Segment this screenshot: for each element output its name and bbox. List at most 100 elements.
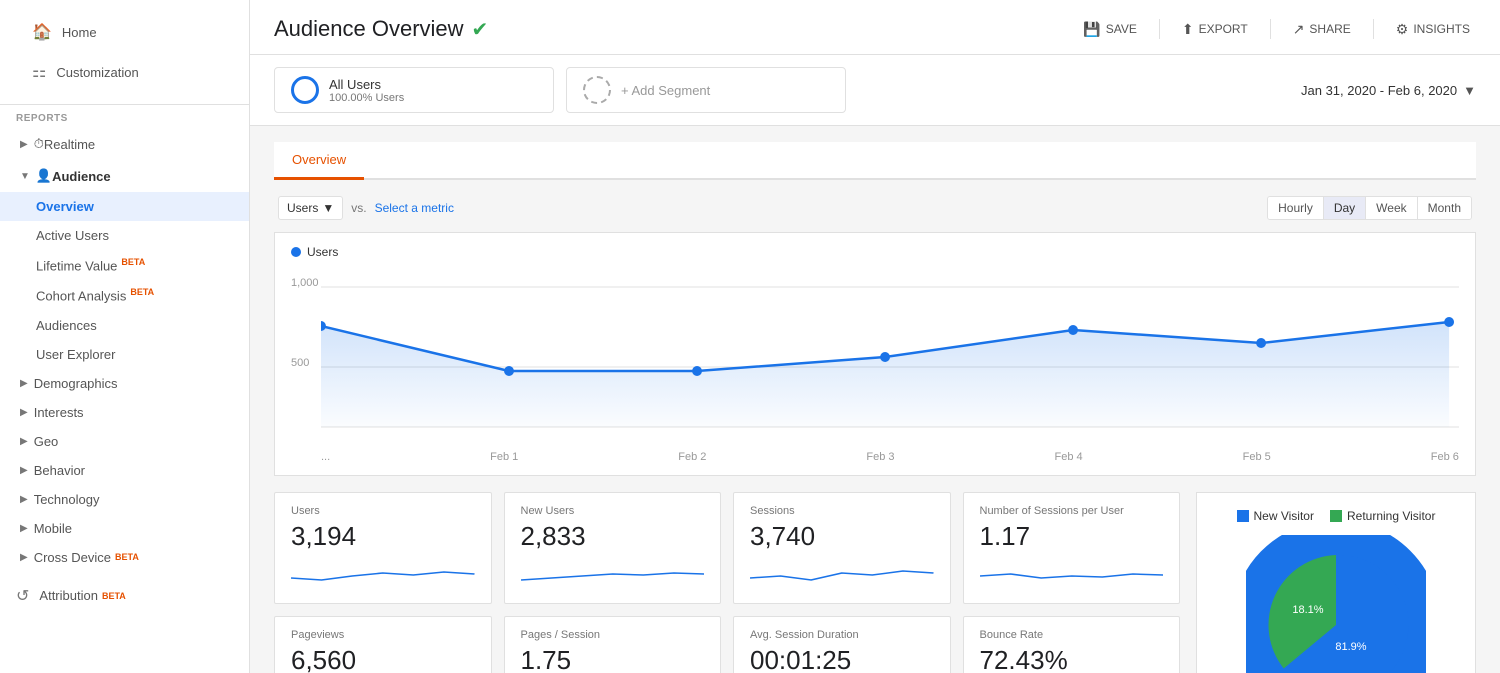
metric-dropdown[interactable]: Users ▼ <box>278 196 343 220</box>
customization-icon: ⚏ <box>32 62 46 82</box>
sidebar-item-behavior[interactable]: ▶ Behavior <box>0 456 249 485</box>
sidebar-item-customization[interactable]: ⚏ Customization <box>16 52 233 92</box>
vs-text: vs. <box>351 201 366 215</box>
export-label: EXPORT <box>1199 22 1248 36</box>
page-title-text: Audience Overview <box>274 16 464 42</box>
chart-svg-container: 1,000 500 <box>291 267 1459 447</box>
sidebar-item-audience[interactable]: ▼ 👤 Audience <box>0 160 249 192</box>
share-button[interactable]: ↗ SHARE <box>1287 17 1357 42</box>
sidebar-item-home[interactable]: 🏠 Home <box>16 12 233 52</box>
tab-overview-label: Overview <box>292 152 346 167</box>
segment-name: All Users <box>329 77 404 92</box>
chevron-right-icon-cross: ▶ <box>20 552 28 563</box>
date-range-picker[interactable]: Jan 31, 2020 - Feb 6, 2020 ▼ <box>1301 83 1476 98</box>
share-label: SHARE <box>1309 22 1350 36</box>
chart-xaxis: ... Feb 1 Feb 2 Feb 3 Feb 4 Feb 5 Feb 6 <box>291 447 1459 463</box>
segment-text-all-users: All Users 100.00% Users <box>329 77 404 104</box>
lifetime-value-beta-badge: BETA <box>121 257 145 267</box>
sidebar-item-lifetime-value[interactable]: Lifetime ValueBETA <box>0 250 249 280</box>
stat-value-bounce-rate: 72.43% <box>980 645 1164 673</box>
stats-grid: Users 3,194 New Users 2,833 <box>274 492 1180 673</box>
insights-icon: ⚙ <box>1396 21 1409 38</box>
sparkline-users <box>291 558 475 588</box>
stat-card-sessions: Sessions 3,740 <box>733 492 951 604</box>
verified-icon: ✔ <box>472 17 489 42</box>
pie-chart-svg: 81.9% 18.1% <box>1246 535 1426 673</box>
segment-circle-add <box>583 76 611 104</box>
pie-legend: New Visitor Returning Visitor <box>1237 509 1436 523</box>
stat-value-sessions: 3,740 <box>750 521 934 552</box>
sidebar-item-user-explorer[interactable]: User Explorer <box>0 340 249 369</box>
metric-selector: Users ▼ vs. Select a metric <box>278 196 454 220</box>
chevron-right-icon-geo: ▶ <box>20 436 28 447</box>
sidebar-item-active-users[interactable]: Active Users <box>0 221 249 250</box>
segment-pill-all-users[interactable]: All Users 100.00% Users <box>274 67 554 113</box>
sidebar-interests-label: Interests <box>34 405 84 420</box>
stat-label-bounce-rate: Bounce Rate <box>980 629 1164 641</box>
sidebar-item-technology[interactable]: ▶ Technology <box>0 485 249 514</box>
sidebar-item-demographics[interactable]: ▶ Demographics <box>0 369 249 398</box>
pie-legend-returning-visitor: Returning Visitor <box>1330 509 1436 523</box>
sidebar-reports-section-label: REPORTS <box>0 105 249 128</box>
sidebar-item-mobile[interactable]: ▶ Mobile <box>0 514 249 543</box>
stat-value-avg-session-duration: 00:01:25 <box>750 645 934 673</box>
sidebar-item-attribution[interactable]: ↺ AttributionBETA <box>0 576 249 616</box>
month-button[interactable]: Month <box>1418 197 1471 219</box>
metric-label: Users <box>287 201 318 215</box>
sidebar-attribution-label: Attribution <box>39 588 98 603</box>
sidebar-technology-label: Technology <box>34 492 100 507</box>
sparkline-sessions <box>750 558 934 588</box>
pie-section: New Visitor Returning Visitor <box>1196 492 1476 673</box>
content-area: Overview Users ▼ vs. Select a metric Hou… <box>250 126 1500 673</box>
sidebar-item-audiences[interactable]: Audiences <box>0 311 249 340</box>
stat-card-users: Users 3,194 <box>274 492 492 604</box>
chevron-right-icon-behavior: ▶ <box>20 465 28 476</box>
chart-container: Users 1,000 500 <box>274 232 1476 476</box>
realtime-icon: ⏱ <box>34 136 44 152</box>
day-button[interactable]: Day <box>1324 197 1366 219</box>
sidebar-item-cross-device[interactable]: ▶ Cross DeviceBETA <box>0 543 249 572</box>
chevron-right-icon-demo: ▶ <box>20 378 28 389</box>
hourly-button[interactable]: Hourly <box>1268 197 1324 219</box>
cohort-analysis-beta-badge: BETA <box>130 287 154 297</box>
returning-visitor-label: Returning Visitor <box>1347 509 1436 523</box>
sidebar-item-realtime[interactable]: ▶ ⏱ Realtime <box>0 128 249 160</box>
segment-pill-add[interactable]: + Add Segment <box>566 67 846 113</box>
chevron-right-icon-mobile: ▶ <box>20 523 28 534</box>
divider-3 <box>1373 19 1374 39</box>
insights-button[interactable]: ⚙ INSIGHTS <box>1390 17 1476 42</box>
segments-left: All Users 100.00% Users + Add Segment <box>274 67 846 113</box>
sidebar-active-users-label: Active Users <box>36 228 109 243</box>
sidebar-item-interests[interactable]: ▶ Interests <box>0 398 249 427</box>
x-label-feb4: Feb 4 <box>1055 451 1083 463</box>
segments-bar: All Users 100.00% Users + Add Segment Ja… <box>250 55 1500 126</box>
sidebar-item-cohort-analysis[interactable]: Cohort AnalysisBETA <box>0 280 249 310</box>
tab-overview[interactable]: Overview <box>274 142 364 180</box>
select-metric-link[interactable]: Select a metric <box>375 201 454 215</box>
header-actions: 💾 SAVE ⬆ EXPORT ↗ SHARE ⚙ INSIGHTS <box>1077 17 1476 42</box>
sidebar-overview-label: Overview <box>36 199 94 214</box>
chart-legend: Users <box>291 245 1459 259</box>
page-header: Audience Overview ✔ 💾 SAVE ⬆ EXPORT ↗ SH… <box>250 0 1500 55</box>
stat-label-sessions-per-user: Number of Sessions per User <box>980 505 1164 517</box>
stat-label-users: Users <box>291 505 475 517</box>
stat-card-new-users: New Users 2,833 <box>504 492 722 604</box>
sidebar-audience-label: Audience <box>52 169 111 184</box>
pie-legend-box-blue <box>1237 510 1249 522</box>
dropdown-chevron-icon: ▼ <box>322 201 334 215</box>
sidebar-item-geo[interactable]: ▶ Geo <box>0 427 249 456</box>
week-button[interactable]: Week <box>1366 197 1417 219</box>
chart-controls: Users ▼ vs. Select a metric Hourly Day W… <box>274 196 1476 220</box>
sidebar-item-overview[interactable]: Overview <box>0 192 249 221</box>
stat-label-sessions: Sessions <box>750 505 934 517</box>
sidebar-behavior-label: Behavior <box>34 463 85 478</box>
save-button[interactable]: 💾 SAVE <box>1077 17 1143 42</box>
stats-grid-wrapper: Users 3,194 New Users 2,833 <box>274 492 1180 673</box>
share-icon: ↗ <box>1293 21 1305 38</box>
export-button[interactable]: ⬆ EXPORT <box>1176 17 1254 42</box>
sidebar-user-explorer-label: User Explorer <box>36 347 115 362</box>
x-label-feb2: Feb 2 <box>678 451 706 463</box>
stat-label-avg-session-duration: Avg. Session Duration <box>750 629 934 641</box>
date-range-chevron-icon: ▼ <box>1463 83 1476 98</box>
audience-icon: 👤 <box>36 168 52 184</box>
